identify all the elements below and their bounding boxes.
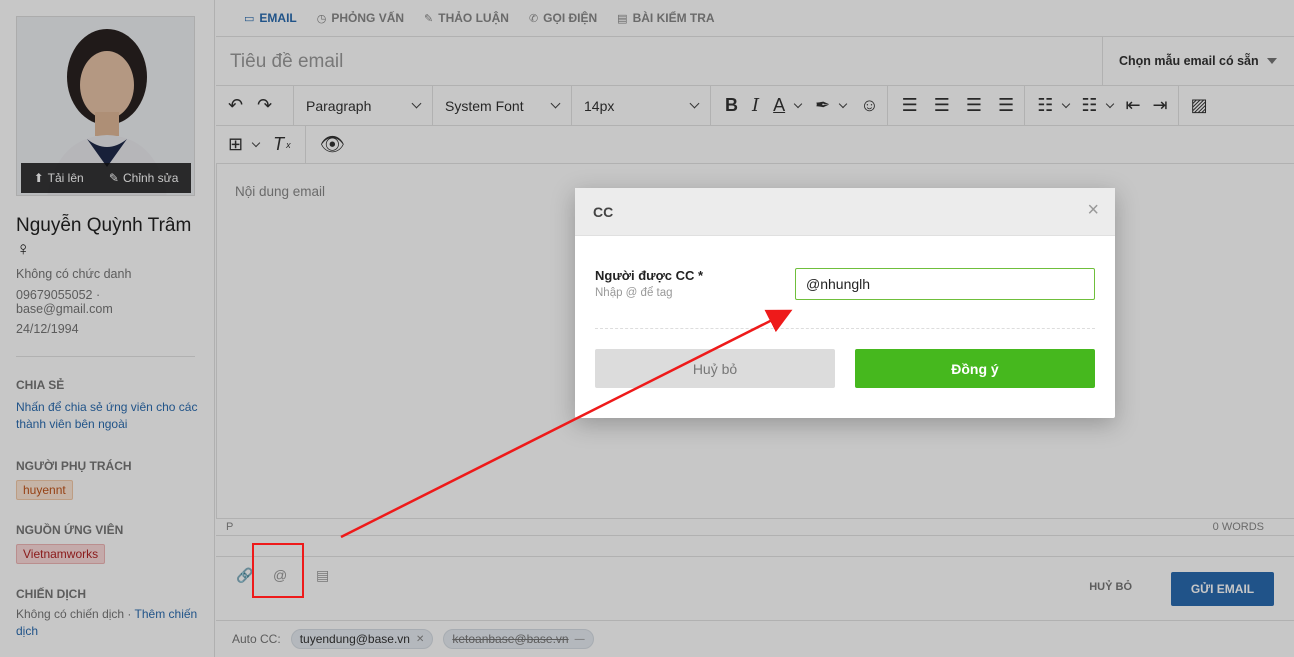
cc-dialog: CC × Người được CC * Nhập @ để tag Huỷ b… xyxy=(575,188,1115,418)
cc-input[interactable] xyxy=(795,268,1095,300)
confirm-button[interactable]: Đồng ý xyxy=(855,349,1095,388)
cancel-button[interactable]: Huỷ bỏ xyxy=(595,349,835,388)
annotation-highlight-box xyxy=(252,543,304,598)
dialog-header: CC × xyxy=(575,188,1115,236)
dialog-title: CC xyxy=(593,204,614,220)
dialog-divider xyxy=(595,328,1095,329)
close-icon[interactable]: × xyxy=(1087,200,1099,220)
cc-field-hint: Nhập @ để tag xyxy=(595,287,673,299)
cc-field-label: Người được CC * xyxy=(595,268,704,283)
